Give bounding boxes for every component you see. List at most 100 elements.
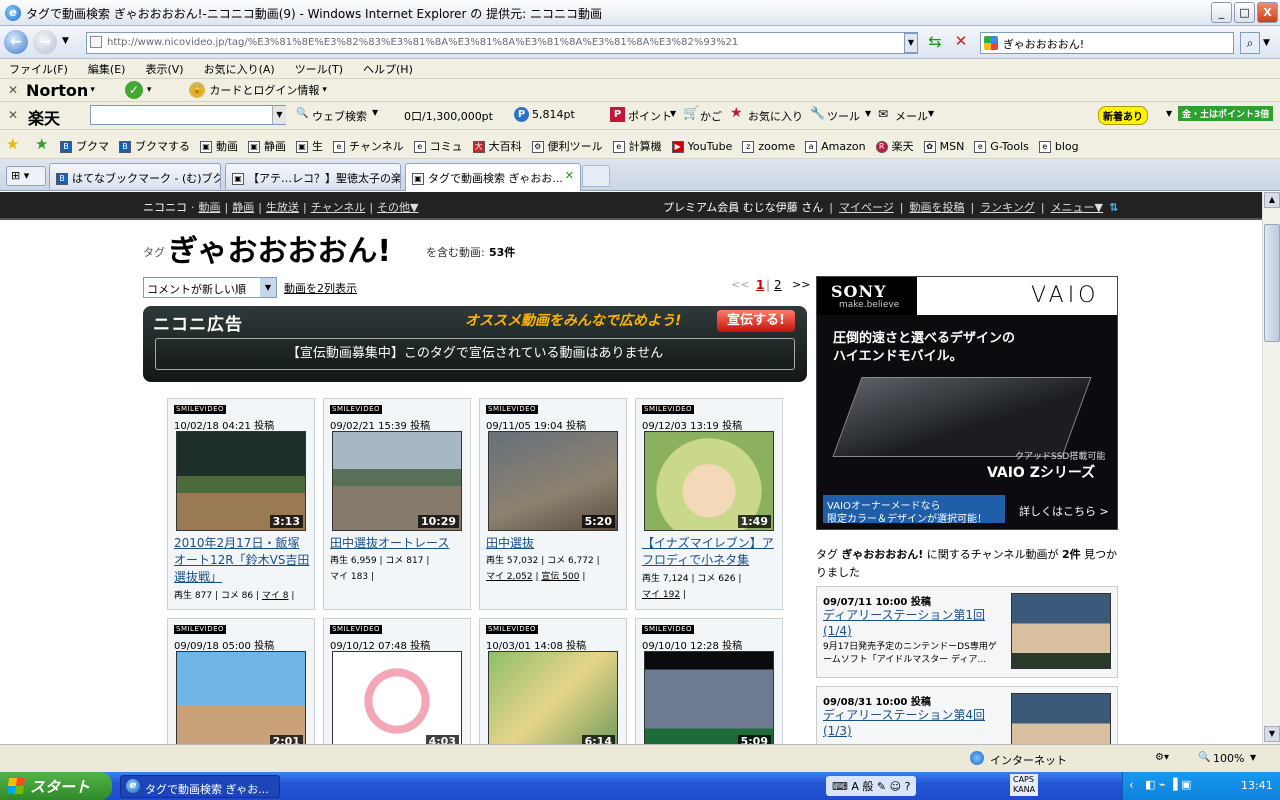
two-column-link[interactable]: 動画を2列表示 [284,280,357,296]
fav-daihyakka[interactable]: 大大百科 [472,138,522,154]
video-title[interactable]: 田中選抜 [486,535,622,552]
menu-edit[interactable]: 編集(E) [88,61,126,77]
channel-video-title[interactable]: ディアリーステーション第1回(1/4) [823,607,993,639]
maximize-button[interactable]: □ [1234,2,1255,23]
mail-button[interactable]: メール [895,108,928,124]
search-options-icon[interactable]: ▼ [1263,38,1270,48]
video-title[interactable]: 田中選抜オートレース [330,535,466,552]
ime-pad-icon[interactable]: ✎ ☺ ? [877,780,911,793]
video-card[interactable]: SMILEVIDEO 09/02/21 15:39 投稿 10:29 田中選抜オ… [323,398,471,610]
close-tab-icon[interactable]: ✕ [565,169,574,182]
check-icon[interactable]: ✓ [124,81,143,99]
video-thumbnail[interactable]: 1:49 [644,431,774,531]
nav-douga[interactable]: 動画 [199,199,221,215]
tray-collapse-icon[interactable]: ‹ [1129,778,1134,792]
ad-more-link[interactable]: 詳しくはこちら > [1019,503,1109,519]
web-search-button[interactable]: ウェブ検索 [312,108,367,124]
vertical-scrollbar[interactable]: ▲ ▼ [1262,192,1280,744]
pager-next[interactable]: >> [792,278,810,291]
card-login-button[interactable]: カードとログイン情報 [209,82,319,98]
fav-channel[interactable]: e チャンネル [333,138,404,154]
menu-favorites[interactable]: お気に入り(A) [204,61,275,77]
close-rakuten-icon[interactable]: ✕ [6,108,20,122]
cart-button[interactable]: かご [700,108,722,124]
fav-zoome[interactable]: z zoome [742,140,795,153]
video-thumbnail[interactable]: 5:20 [488,431,618,531]
search-input[interactable]: ぎゃおおおおん! [980,32,1234,54]
fav-bukumasuru[interactable]: B ブクマする [119,138,190,154]
video-card[interactable]: SMILEVIDEO 10/02/18 04:21 投稿 3:13 2010年2… [167,398,315,610]
fav-youtube[interactable]: ▶ YouTube [671,140,732,153]
menu-help[interactable]: ヘルプ(H) [363,61,413,77]
protected-mode-icon[interactable]: ⚙▾ [1155,752,1169,763]
taskbar-ie-item[interactable]: e タグで動画検索 ぎゃお... [120,775,280,798]
ime-mode[interactable]: A 般 [851,780,873,793]
fav-blog[interactable]: e blog [1038,140,1079,153]
video-thumbnail[interactable]: 4:03 [332,651,462,744]
fav-bukuma[interactable]: B ブクマ [60,138,109,154]
favorites-star-icon[interactable]: ★ [6,135,19,153]
mail-dropdown-icon[interactable]: ▼ [928,109,934,118]
check-dropdown-icon[interactable]: ▾ [147,85,152,95]
fav-g-tools[interactable]: e G-Tools [974,140,1029,153]
channel-video-card[interactable]: 09/08/31 10:00 投稿 ディアリーステーション第4回(1/3) [816,686,1118,744]
point-button[interactable]: ポイント [628,108,672,124]
page-2[interactable]: 2 [774,278,782,292]
menu-view[interactable]: 表示(V) [145,61,183,77]
page-1[interactable]: 1 [756,278,764,292]
video-title[interactable]: 2010年2月17日・飯塚オート12R「鈴木VS吉田選抜戦」 [174,535,310,586]
language-bar[interactable]: ⌨ A 般 ✎ ☺ ? [826,776,917,796]
url-input[interactable]: http://www.nicovideo.jp/tag/%E3%81%8E%E3… [86,32,918,54]
video-card[interactable]: SMILEVIDEO 10/03/01 14:08 投稿 6:14 [479,618,627,744]
video-thumbnail[interactable]: 6:14 [488,651,618,744]
nav-other[interactable]: その他▼ [377,199,418,215]
tray-icons[interactable]: ◧ ⌁ ▐ ▣ [1145,778,1191,791]
rakuten-tools-button[interactable]: ツール [827,108,860,124]
fav-seiga[interactable]: ▣ 静画 [248,138,286,154]
forward-button[interactable]: → [33,30,57,54]
zoom-dropdown-icon[interactable]: ▼ [1250,753,1256,762]
scroll-thumb[interactable] [1264,224,1280,342]
points-count[interactable]: 0口/1,300,000pt [404,108,493,124]
menu-file[interactable]: ファイル(F) [9,61,68,77]
video-thumbnail[interactable]: 3:13 [176,431,306,531]
video-card[interactable]: SMILEVIDEO 09/09/18 05:00 投稿 2:01 [167,618,315,744]
new-tab-button[interactable] [582,165,610,187]
fav-msn[interactable]: ✿ MSN [923,140,964,153]
point-dropdown-icon[interactable]: ▼ [670,109,676,118]
fav-rakuten[interactable]: R 楽天 [875,138,914,154]
sony-vaio-ad[interactable]: SONY make.believe VAIO 圧倒的速さと選べるデザインの ハイ… [816,276,1118,530]
close-button[interactable]: X [1257,2,1278,23]
norton-brand[interactable]: Norton [26,81,88,100]
search-icon[interactable]: ⌕ [1240,32,1260,54]
fav-commu[interactable]: e コミュ [413,138,463,154]
video-card[interactable]: SMILEVIDEO 09/10/12 07:48 投稿 4:03 [323,618,471,744]
history-dropdown-icon[interactable]: ▼ [62,36,69,46]
rakuten-search-dropdown-icon[interactable]: ▼ [272,106,286,124]
url-dropdown-icon[interactable]: ▼ [904,33,918,53]
clock[interactable]: 13:41 [1241,779,1273,792]
fav-calculator[interactable]: e 計算機 [612,138,662,154]
rakuten-favorites-button[interactable]: お気に入り [748,108,803,124]
nav-upload[interactable]: 動画を投稿 [909,199,964,215]
channel-video-title[interactable]: ディアリーステーション第4回(1/3) [823,707,993,739]
channel-video-thumbnail[interactable] [1011,593,1111,669]
nav-mypage[interactable]: マイページ [839,199,894,215]
video-thumbnail[interactable]: 10:29 [332,431,462,531]
video-card[interactable]: SMILEVIDEO 09/12/03 13:19 投稿 1:49 【イナズマイ… [635,398,783,610]
start-button[interactable]: スタート [0,772,112,800]
video-thumbnail[interactable]: 2:01 [176,651,306,744]
web-search-dropdown-icon[interactable]: ▼ [372,108,378,117]
scroll-down-icon[interactable]: ▼ [1264,726,1280,742]
tab-atereco[interactable]: ▣ 【アテ…レコ？】聖徳太子の楽... [225,163,401,189]
video-title[interactable]: 【イナズマイレブン】アフロディで小ネタ集 [642,535,778,569]
sort-dropdown-icon[interactable]: ▼ [260,278,276,297]
promo-badge[interactable]: 金・土はポイント3倍 [1178,106,1274,121]
channel-video-card[interactable]: 09/07/11 10:00 投稿 ディアリーステーション第1回(1/4) 9月… [816,586,1118,678]
add-favorite-icon[interactable]: ★ [35,135,48,153]
rakuten-search-input[interactable] [90,105,286,125]
close-toolbar-icon[interactable]: ✕ [6,83,20,97]
fav-nama[interactable]: ▣ 生 [296,138,323,154]
rakuten-brand[interactable]: 楽天 [28,105,60,129]
nav-seiga[interactable]: 静画 [232,199,254,215]
